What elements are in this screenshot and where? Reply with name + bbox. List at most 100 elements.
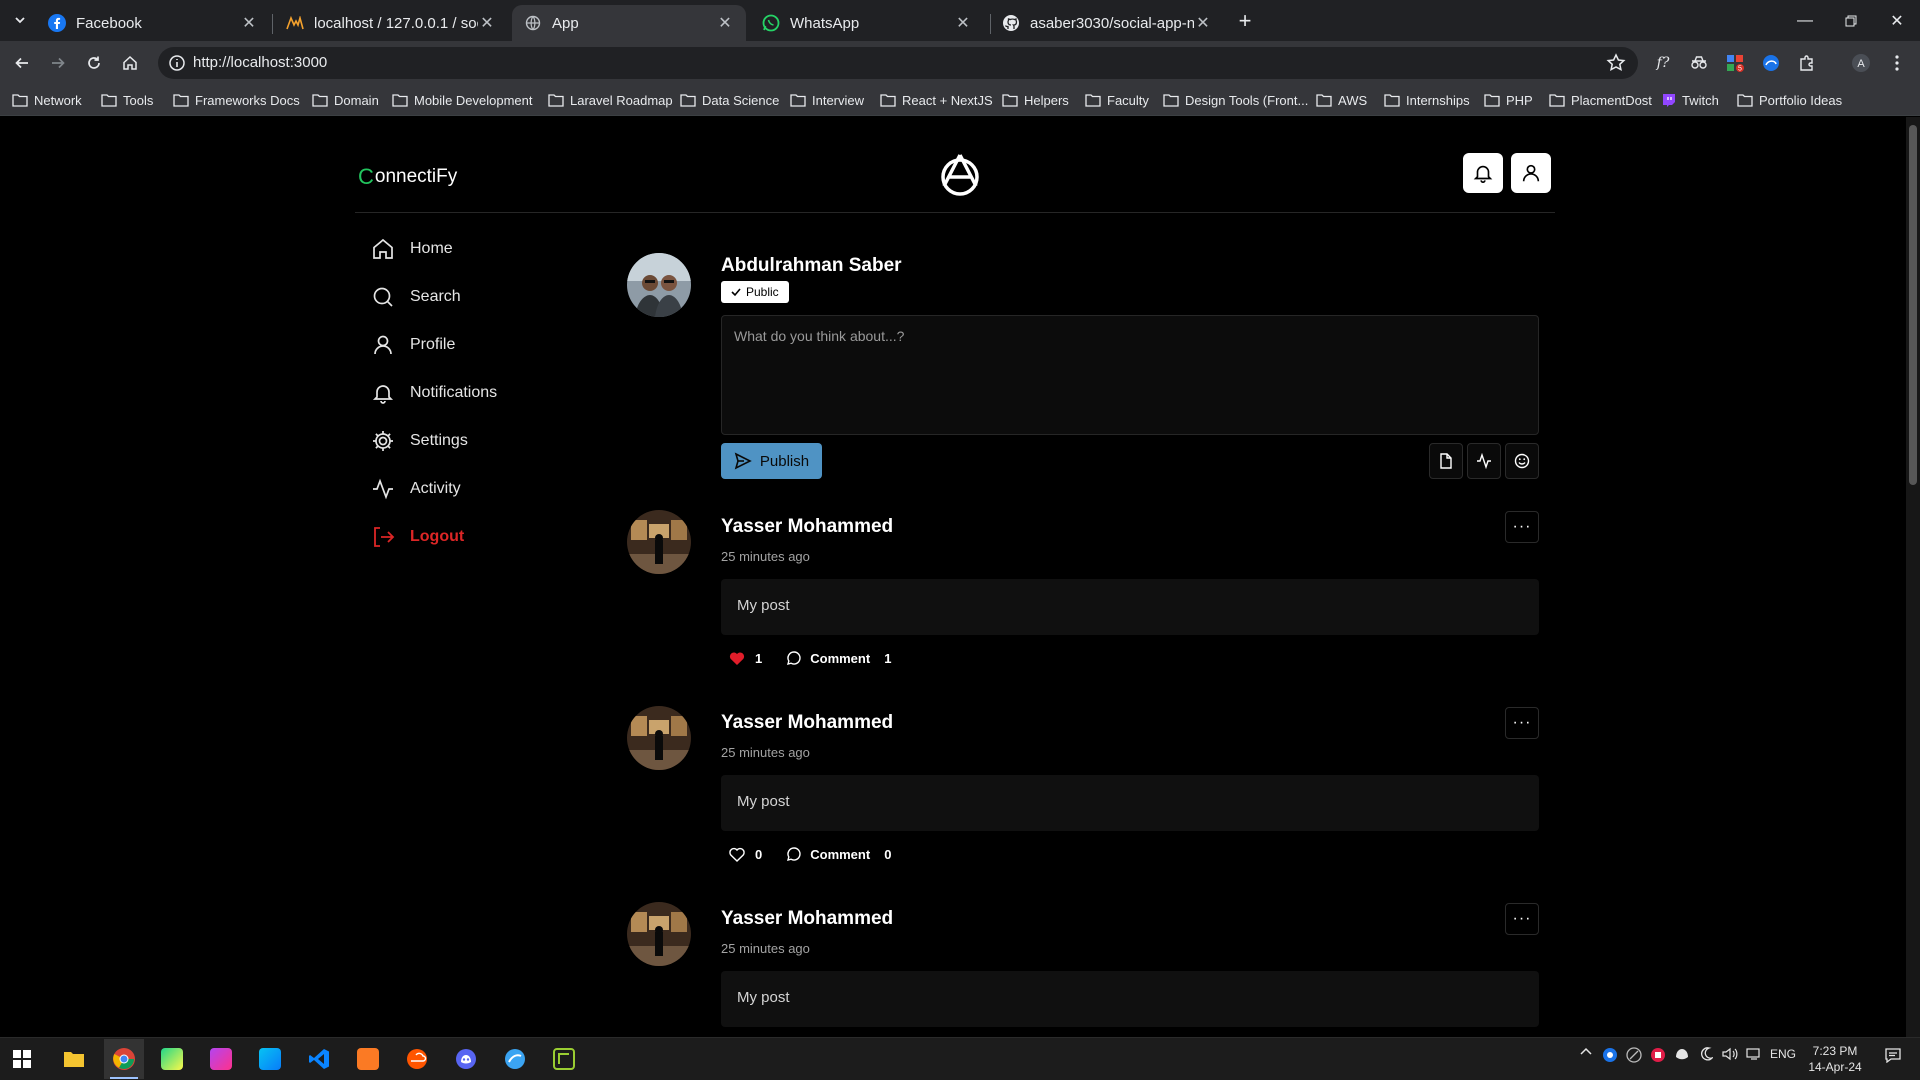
url-text[interactable]: http://localhost:3000	[193, 54, 327, 71]
attach-file-button[interactable]	[1429, 443, 1463, 479]
comment-button[interactable]: Comment	[810, 847, 870, 862]
close-tab-icon[interactable]: ✕	[1194, 14, 1212, 32]
chrome-app[interactable]	[104, 1039, 144, 1079]
bookmark-folder[interactable]: Helpers	[1002, 91, 1069, 109]
file-explorer-app[interactable]	[54, 1039, 94, 1079]
restore-button[interactable]	[1828, 0, 1874, 41]
bookmark-folder[interactable]: Domain	[312, 91, 379, 109]
bookmark-folder[interactable]: Frameworks Docs	[173, 91, 300, 109]
post-avatar[interactable]	[627, 706, 691, 770]
bookmark-folder[interactable]: Portfolio Ideas	[1737, 91, 1842, 109]
comment-icon[interactable]	[786, 846, 802, 862]
new-tab-button[interactable]: +	[1232, 8, 1258, 34]
soundcloud-app[interactable]	[397, 1039, 437, 1079]
reload-button[interactable]	[80, 49, 108, 77]
xampp-app[interactable]	[348, 1039, 388, 1079]
post-author[interactable]: Yasser Mohammed	[721, 712, 893, 734]
info-icon[interactable]	[168, 54, 186, 72]
edge-extension-icon[interactable]	[1760, 52, 1782, 74]
volume-button[interactable]	[1720, 1047, 1740, 1061]
sidebar-item-search[interactable]: Search	[370, 279, 461, 315]
close-tab-icon[interactable]: ✕	[716, 14, 734, 32]
webstorm-app[interactable]	[250, 1039, 290, 1079]
bookmark-folder[interactable]: Tools	[101, 91, 153, 109]
post-avatar[interactable]	[627, 902, 691, 966]
discord-app[interactable]	[446, 1039, 486, 1079]
profile-avatar-icon[interactable]: A	[1850, 52, 1872, 74]
sidebar-item-notifications[interactable]: Notifications	[370, 375, 497, 411]
add-activity-button[interactable]	[1467, 443, 1501, 479]
taskbar-clock[interactable]: 7:23 PM 14-Apr-24	[1800, 1043, 1870, 1075]
tab-whatsapp[interactable]: WhatsApp ✕	[750, 5, 984, 41]
tab-phpmyadmin[interactable]: localhost / 127.0.0.1 / social-me ✕	[274, 5, 508, 41]
emoji-button[interactable]	[1505, 443, 1539, 479]
tab-github[interactable]: asaber3030/social-app-nextjs ✕	[990, 5, 1224, 41]
sidebar-item-home[interactable]: Home	[370, 231, 453, 267]
comment-button[interactable]: Comment	[810, 651, 870, 666]
apps-extension-icon[interactable]: 5	[1724, 52, 1746, 74]
tab-facebook[interactable]: Facebook ✕	[36, 5, 270, 41]
show-hidden-icons[interactable]	[1578, 1047, 1594, 1055]
network-button[interactable]	[1744, 1047, 1764, 1061]
close-tab-icon[interactable]: ✕	[478, 14, 496, 32]
post-options-button[interactable]: ···	[1505, 511, 1539, 543]
bookmark-folder[interactable]: Internships	[1384, 91, 1470, 109]
post-textarea[interactable]: What do you think about...?	[721, 315, 1539, 435]
minimize-button[interactable]: —	[1782, 0, 1828, 41]
bookmark-folder[interactable]: PlacmentDost	[1549, 91, 1652, 109]
tray-app-icon[interactable]	[1624, 1047, 1644, 1063]
bookmark-star-icon[interactable]	[1606, 53, 1626, 73]
tray-app-icon[interactable]	[1648, 1047, 1668, 1063]
sidebar-item-profile[interactable]: Profile	[370, 327, 455, 363]
bookmark-folder[interactable]: Design Tools (Front...	[1163, 91, 1308, 109]
bookmark-folder[interactable]: AWS	[1316, 91, 1367, 109]
start-button[interactable]	[2, 1039, 42, 1079]
post-avatar[interactable]	[627, 510, 691, 574]
scrollbar-thumb[interactable]	[1909, 125, 1917, 485]
notifications-button[interactable]	[1463, 153, 1503, 193]
app-icon-green[interactable]	[544, 1039, 584, 1079]
brand-logo[interactable]: C onnectiFy	[358, 164, 457, 190]
back-button[interactable]	[8, 49, 36, 77]
close-window-button[interactable]: ✕	[1874, 0, 1920, 41]
post-options-button[interactable]: ···	[1505, 707, 1539, 739]
forward-button[interactable]	[44, 49, 72, 77]
app-icon-blue[interactable]	[495, 1039, 535, 1079]
home-button[interactable]	[116, 49, 144, 77]
tray-app-icon[interactable]	[1696, 1047, 1716, 1061]
bookmark-folder[interactable]: Faculty	[1085, 91, 1149, 109]
bookmark-folder[interactable]: PHP	[1484, 91, 1533, 109]
pycharm-app[interactable]	[152, 1039, 192, 1079]
account-button[interactable]	[1511, 153, 1551, 193]
bookmark-folder[interactable]: React + NextJS	[880, 91, 993, 109]
sidebar-item-settings[interactable]: Settings	[370, 423, 468, 459]
bookmark-folder[interactable]: Network	[12, 91, 82, 109]
language-indicator[interactable]: ENG	[1768, 1047, 1798, 1061]
bookmark-folder[interactable]: Interview	[790, 91, 864, 109]
comment-icon[interactable]	[786, 650, 802, 666]
publish-button[interactable]: Publish	[721, 443, 822, 479]
sidebar-item-activity[interactable]: Activity	[370, 471, 461, 507]
composer-avatar[interactable]	[627, 253, 691, 317]
tab-app[interactable]: App ✕	[512, 5, 746, 41]
phpstorm-app[interactable]	[201, 1039, 241, 1079]
post-author[interactable]: Yasser Mohammed	[721, 516, 893, 538]
vscode-app[interactable]	[299, 1039, 339, 1079]
bookmark-folder[interactable]: Mobile Development	[392, 91, 533, 109]
incognito-extension-icon[interactable]	[1688, 52, 1710, 74]
tray-app-icon[interactable]	[1600, 1047, 1620, 1063]
tab-search-dropdown[interactable]	[8, 8, 32, 32]
bookmark-link[interactable]: Twitch	[1662, 91, 1719, 109]
close-tab-icon[interactable]: ✕	[954, 14, 972, 32]
formula-extension-icon[interactable]: f?	[1652, 52, 1674, 74]
address-bar[interactable]: http://localhost:3000	[158, 47, 1638, 79]
heart-icon[interactable]	[729, 847, 745, 862]
post-options-button[interactable]: ···	[1505, 903, 1539, 935]
bookmark-folder[interactable]: Laravel Roadmap	[548, 91, 673, 109]
visibility-selector[interactable]: Public	[721, 281, 789, 303]
sidebar-item-logout[interactable]: Logout	[370, 519, 464, 555]
bookmark-folder[interactable]: Data Science	[680, 91, 779, 109]
action-center-button[interactable]	[1878, 1047, 1908, 1063]
tray-app-icon[interactable]	[1672, 1047, 1692, 1061]
puzzle-icon[interactable]	[1796, 52, 1818, 74]
